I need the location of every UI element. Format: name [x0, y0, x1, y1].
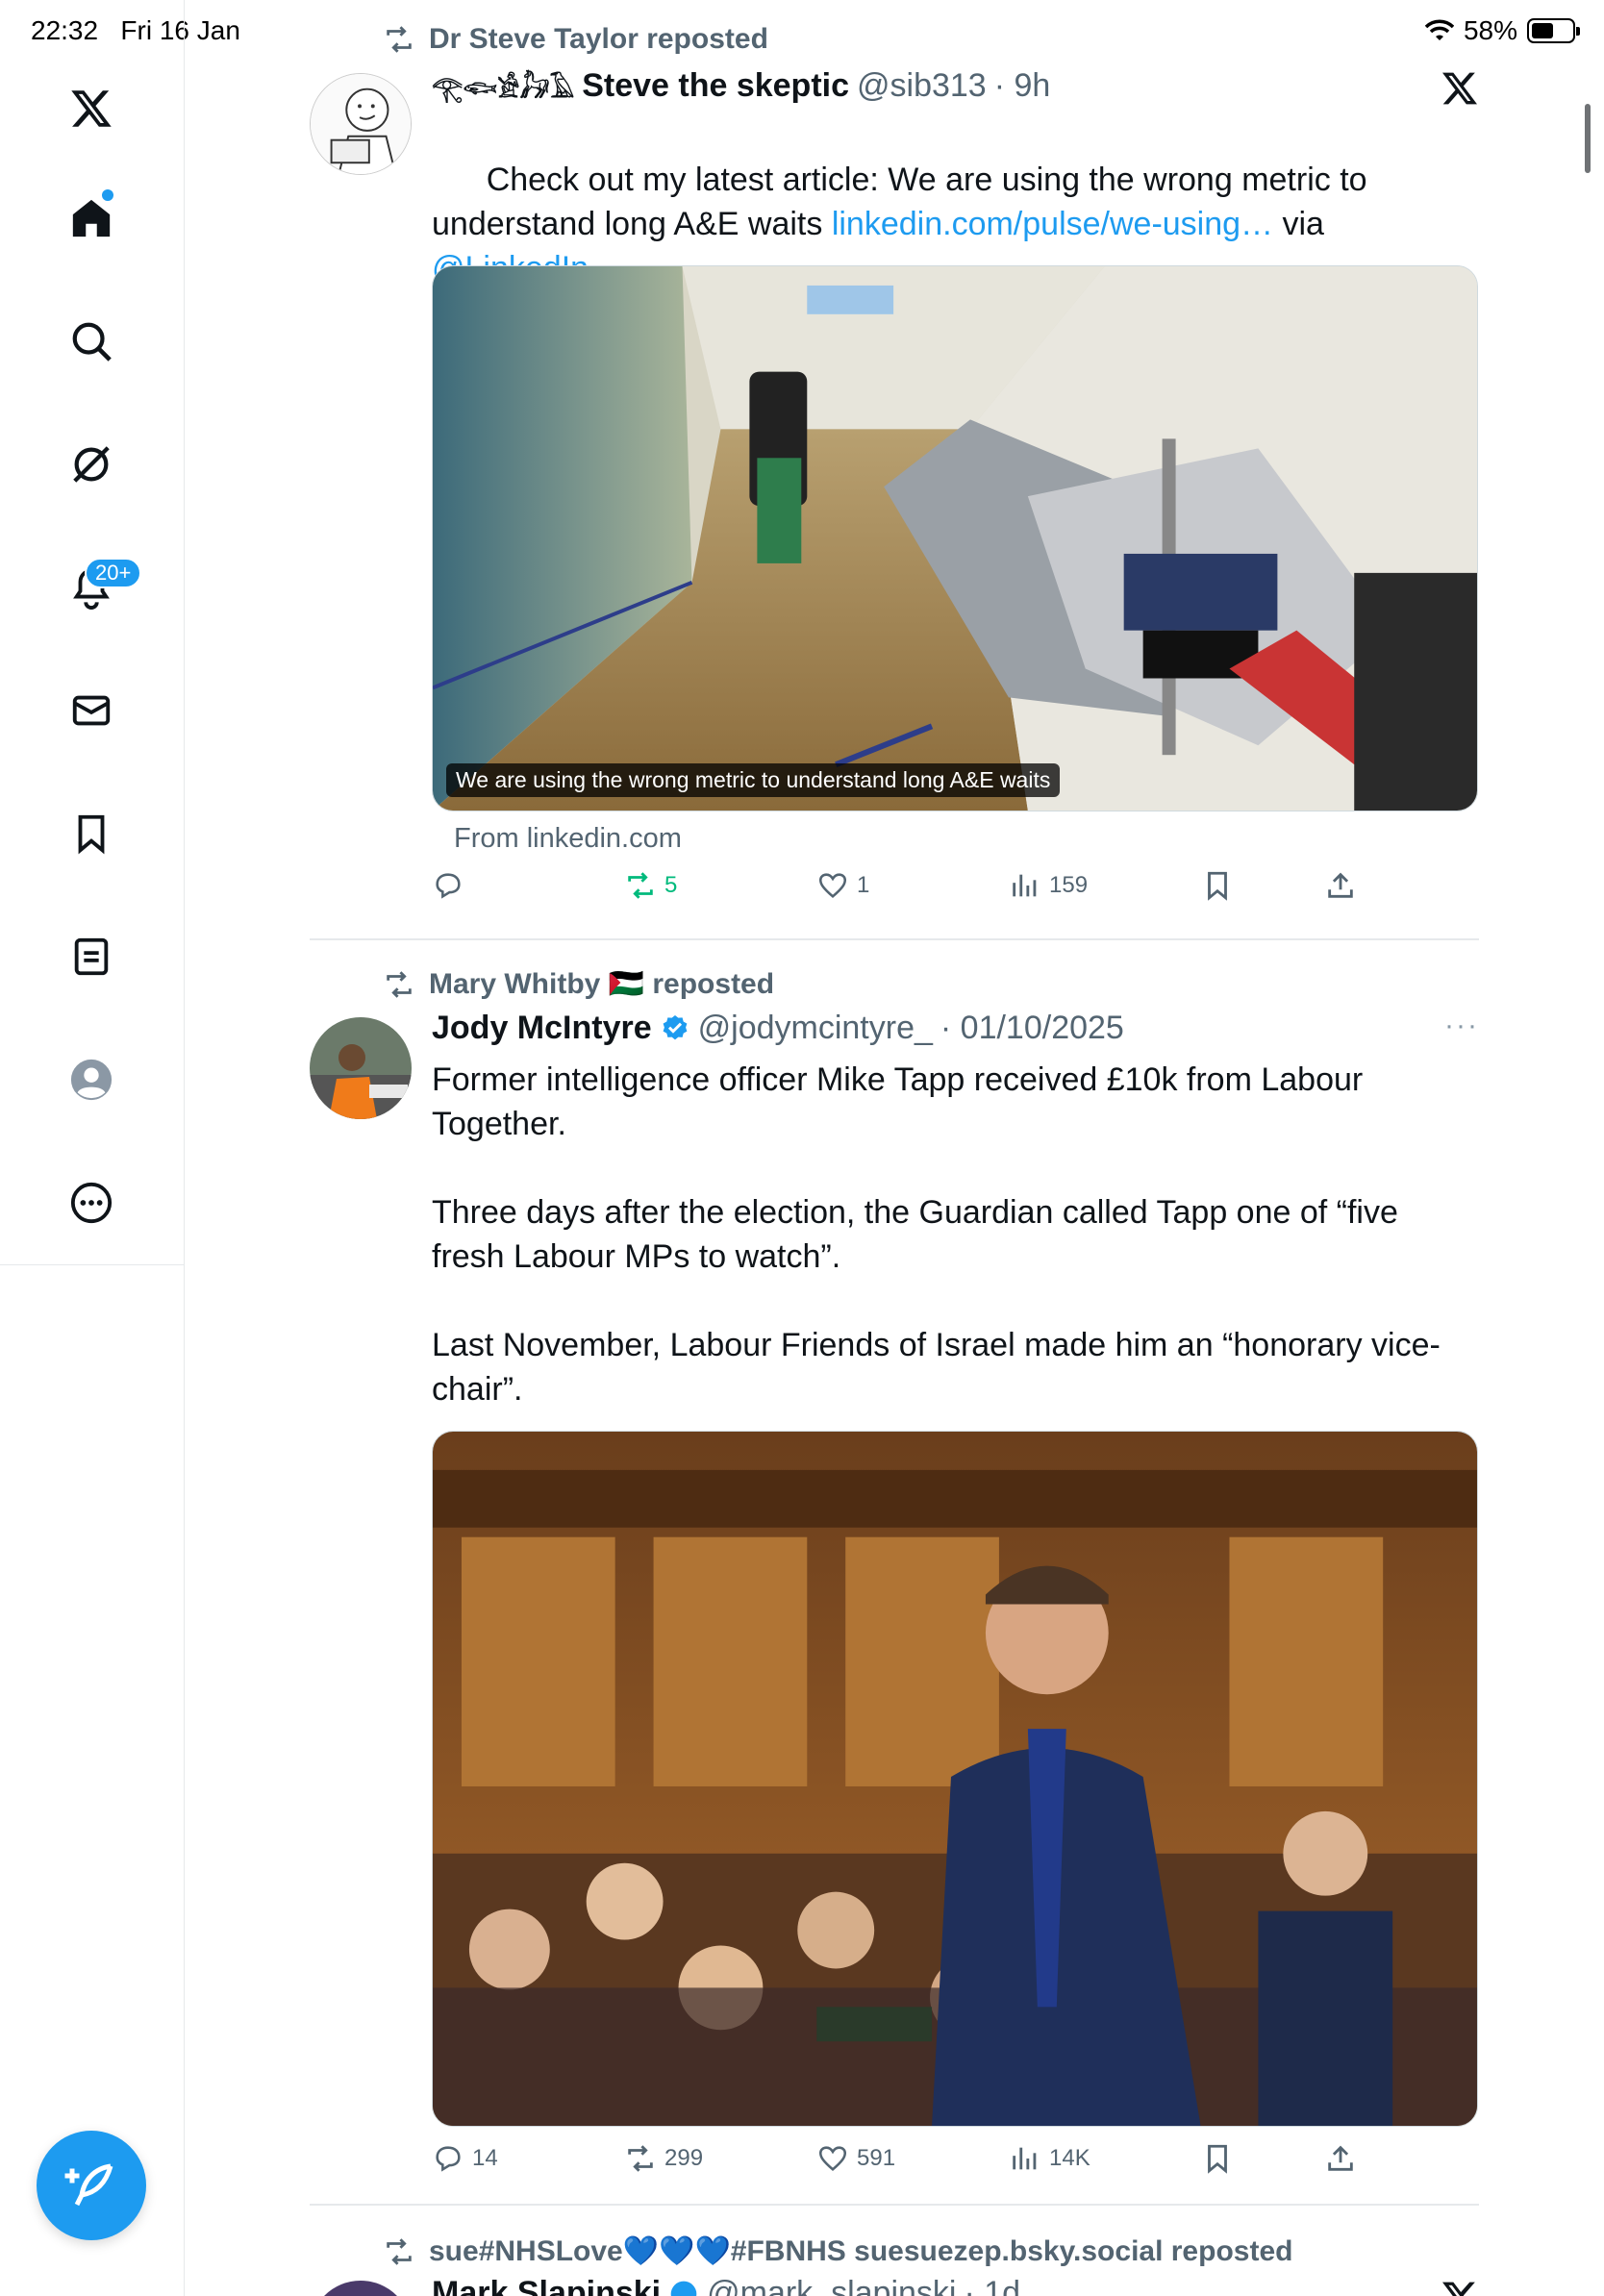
share-button[interactable]	[1324, 2142, 1357, 2175]
reply-button[interactable]: 14	[432, 2142, 498, 2175]
verified-badge-icon	[663, 1014, 688, 1039]
analytics-icon	[1013, 874, 1037, 897]
tweet-image[interactable]	[432, 1431, 1478, 2127]
views-count: 159	[1049, 872, 1089, 898]
reply-icon	[436, 2146, 461, 2172]
avatar[interactable]	[310, 2281, 412, 2296]
share-icon	[1328, 2145, 1353, 2171]
tweet-actions: 5 1 159	[432, 869, 1478, 917]
repost-button[interactable]: 299	[624, 2142, 703, 2175]
home-unread-dot	[102, 189, 113, 201]
like-button[interactable]: 591	[816, 2142, 895, 2175]
share-button[interactable]	[1324, 869, 1357, 902]
profile-icon[interactable]	[62, 1050, 121, 1110]
tweet-text-part: via	[1273, 206, 1324, 242]
avatar[interactable]	[310, 73, 412, 175]
repost-button[interactable]: 5	[624, 869, 677, 902]
author-handle[interactable]: @sib313	[857, 67, 987, 105]
repost-by[interactable]: Mary Whitby 🇵🇸 reposted	[429, 967, 774, 1001]
views-count: 14K	[1049, 2145, 1090, 2171]
share-icon	[1328, 872, 1353, 898]
repost-icon	[387, 26, 412, 53]
link-card-title: We are using the wrong metric to underst…	[446, 763, 1061, 797]
lists-icon[interactable]	[62, 927, 121, 986]
author-name[interactable]: Mark Slapinski	[432, 2275, 661, 2296]
reply-icon	[436, 873, 461, 899]
tweet-header: Mark Slapinski @mark_slapinski · 1d	[432, 2275, 1020, 2296]
tweet-divider	[310, 2204, 1479, 2206]
wifi-icon	[1424, 19, 1454, 40]
bookmark-icon	[1208, 871, 1227, 901]
tweet-time[interactable]: · 01/10/2025	[940, 1010, 1124, 1047]
repost-by[interactable]: sue#NHSLove💙💙💙#FBNHS suesuezep.bsky.soci…	[429, 2234, 1292, 2268]
link-card-domain[interactable]: From linkedin.com	[454, 823, 682, 855]
author-name-prefix: 𓂀𓆟𓀀𓃗𓄿	[432, 75, 575, 104]
like-count: 1	[857, 872, 870, 898]
views-button[interactable]: 14K	[1009, 2142, 1090, 2175]
x-logo-icon[interactable]	[1441, 69, 1479, 108]
repost-line: sue#NHSLove💙💙💙#FBNHS suesuezep.bsky.soci…	[383, 2234, 1292, 2268]
link-card-image[interactable]: We are using the wrong metric to underst…	[432, 265, 1478, 811]
repost-count: 5	[664, 872, 678, 898]
repost-count: 299	[664, 2145, 704, 2171]
scrollbar[interactable]	[1585, 104, 1591, 173]
repost-line: Dr Steve Taylor reposted	[383, 23, 768, 56]
author-name[interactable]: Steve the skeptic	[582, 67, 849, 105]
repost-icon	[628, 2145, 653, 2172]
tweet-text: Former intelligence officer Mike Tapp re…	[432, 1061, 1441, 1408]
repost-line: Mary Whitby 🇵🇸 reposted	[383, 967, 774, 1001]
bookmark-button[interactable]	[1201, 869, 1234, 902]
bookmark-button[interactable]	[1201, 2142, 1234, 2175]
tweet-link[interactable]: linkedin.com/pulse/we-using…	[832, 206, 1273, 242]
notifications-badge: 20+	[85, 558, 142, 588]
tweet-time[interactable]: · 1d	[964, 2275, 1020, 2296]
status-right: 58%	[1424, 15, 1580, 46]
tweet-header: Jody McIntyre @jodymcintyre_ · 01/10/202…	[432, 1010, 1124, 1047]
tweet-header: 𓂀𓆟𓀀𓃗𓄿 Steve the skeptic @sib313 · 9h	[432, 65, 1050, 106]
reply-count: 14	[472, 2145, 498, 2171]
bookmarks-icon[interactable]	[62, 804, 121, 863]
search-icon[interactable]	[62, 312, 121, 371]
repost-icon	[628, 872, 653, 899]
more-icon[interactable]	[62, 1173, 121, 1233]
compose-button[interactable]	[37, 2131, 146, 2240]
views-button[interactable]: 159	[1009, 869, 1088, 902]
sidebar: 20+	[0, 0, 185, 1265]
repost-icon	[387, 2237, 412, 2265]
author-name[interactable]: Jody McIntyre	[432, 1010, 652, 1047]
avatar[interactable]	[310, 1017, 412, 1119]
compose-feather-icon	[64, 2163, 113, 2207]
more-options-icon[interactable]: ···	[1444, 1010, 1479, 1042]
like-count: 591	[857, 2145, 896, 2171]
verified-badge-icon	[670, 2281, 697, 2296]
x-logo-icon[interactable]	[1441, 2279, 1479, 2296]
battery-icon	[1527, 18, 1580, 43]
x-logo-icon[interactable]	[62, 79, 121, 138]
heart-icon	[818, 873, 847, 899]
repost-icon	[387, 970, 412, 998]
heart-icon	[818, 2146, 847, 2172]
analytics-icon	[1013, 2147, 1037, 2170]
battery-percent: 58%	[1463, 15, 1517, 45]
author-handle[interactable]: @jodymcintyre_	[698, 1010, 933, 1047]
tweet-actions: 14 299 591 14K	[432, 2142, 1478, 2190]
tweet-time[interactable]: · 9h	[994, 67, 1051, 105]
reply-button[interactable]	[432, 869, 472, 902]
grok-icon[interactable]	[62, 435, 121, 494]
author-handle[interactable]: @mark_slapinski	[707, 2275, 956, 2296]
messages-icon[interactable]	[62, 681, 121, 740]
repost-by[interactable]: Dr Steve Taylor reposted	[429, 23, 768, 56]
tweet-divider	[310, 938, 1479, 940]
like-button[interactable]: 1	[816, 869, 869, 902]
bookmark-icon	[1208, 2144, 1227, 2174]
